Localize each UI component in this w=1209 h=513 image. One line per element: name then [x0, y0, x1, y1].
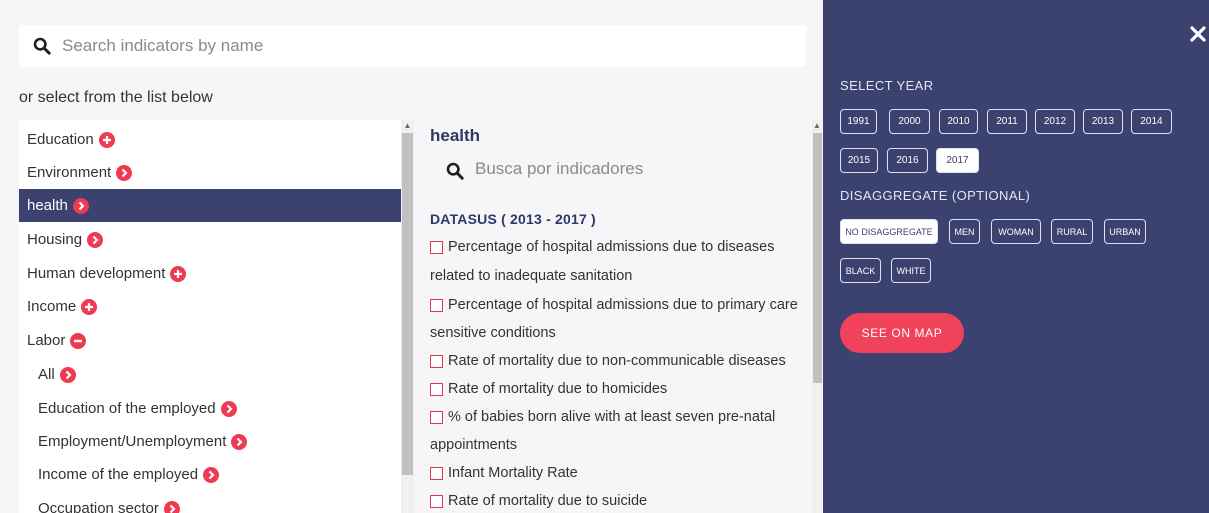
chevron-right-circle-icon[interactable]	[203, 466, 220, 483]
disaggregate-chip-woman[interactable]: WOMAN	[991, 219, 1041, 244]
indicator-label: Percentage of hospital admissions due to…	[448, 297, 798, 313]
category-item-employment-unemployment[interactable]: Employment/Unemployment	[19, 425, 401, 458]
indicator-selector: Search indicators by name or select from…	[0, 0, 822, 513]
category-label: Occupation sector	[38, 500, 159, 513]
indicator-search-input[interactable]: Busca por indicadores	[475, 159, 643, 179]
category-label: Labor	[27, 332, 66, 349]
list-instruction: or select from the list below	[19, 89, 213, 106]
category-list: Education Environment health Housing Hum…	[19, 120, 414, 513]
category-label: Income	[27, 298, 77, 315]
select-year-label: SELECT YEAR	[840, 78, 934, 93]
category-label: Employment/Unemployment	[38, 433, 227, 450]
indicator-checkbox-item[interactable]: Rate of mortality due to homicides	[430, 381, 667, 397]
indicator-label: % of babies born alive with at least sev…	[448, 409, 776, 425]
chevron-right-circle-icon[interactable]	[72, 197, 89, 214]
disaggregate-chip-rural[interactable]: RURAL	[1051, 219, 1093, 244]
indicator-checkbox-item[interactable]: % of babies born alive with at least sev…	[430, 409, 775, 425]
checkbox[interactable]	[430, 494, 443, 508]
indicator-group-title: health	[430, 126, 481, 145]
indicator-label: Rate of mortality due to homicides	[448, 381, 668, 397]
year-chip-2015[interactable]: 2015	[840, 148, 878, 173]
minus-circle-icon[interactable]	[70, 332, 87, 349]
category-label: Housing	[27, 231, 83, 248]
category-item-occupation-sector[interactable]: Occupation sector	[19, 492, 401, 513]
disaggregate-chip-urban[interactable]: URBAN	[1104, 219, 1146, 244]
year-chip-2000[interactable]: 2000	[889, 109, 930, 134]
indicator-label: Rate of mortality due to suicide	[448, 493, 648, 509]
indicator-search-bar[interactable]: Search indicators by name	[19, 25, 806, 67]
dataset-heading: DATASUS ( 2013 - 2017 )	[430, 211, 596, 227]
year-chip-2014[interactable]: 2014	[1131, 109, 1172, 134]
scroll-up-arrow-icon[interactable]: ▲	[401, 120, 414, 132]
category-label: health	[27, 197, 68, 214]
category-item-housing[interactable]: Housing	[19, 223, 401, 256]
category-label: Human development	[27, 265, 166, 282]
indicator-label-continued: appointments	[430, 437, 518, 453]
see-on-map-button[interactable]: SEE ON MAP	[840, 313, 964, 353]
search-icon	[446, 162, 464, 180]
search-icon	[33, 37, 51, 55]
checkbox[interactable]	[430, 382, 443, 396]
chevron-right-circle-icon[interactable]	[116, 164, 133, 181]
chevron-right-circle-icon[interactable]	[59, 366, 76, 383]
indicator-checkbox-item[interactable]: Percentage of hospital admissions due to…	[430, 297, 798, 313]
disaggregate-chip-men[interactable]: MEN	[949, 219, 980, 244]
category-item-all[interactable]: All	[19, 358, 401, 391]
year-chip-1991[interactable]: 1991	[840, 109, 877, 134]
disaggregate-chip-black[interactable]: BLACK	[840, 258, 881, 283]
category-item-health[interactable]: health	[19, 189, 401, 222]
year-chip-2016[interactable]: 2016	[887, 148, 928, 173]
category-item-labor[interactable]: Labor	[19, 324, 401, 357]
category-item-environment[interactable]: Environment	[19, 156, 401, 189]
disaggregate-chip-white[interactable]: WHITE	[891, 258, 931, 283]
indicator-label-continued: related to inadequate sanitation	[430, 268, 633, 284]
category-item-human-development[interactable]: Human development	[19, 257, 401, 290]
indicator-label-continued: sensitive conditions	[430, 325, 556, 341]
filter-panel: SELECT YEAR 1991 2000 2010 2011 2012 201…	[823, 0, 1209, 513]
chevron-right-circle-icon[interactable]	[163, 500, 180, 513]
search-input[interactable]: Search indicators by name	[62, 36, 263, 56]
indicator-list: health Busca por indicadores DATASUS ( 2…	[422, 120, 822, 513]
category-scrollbar-thumb[interactable]	[402, 133, 413, 475]
scroll-up-arrow-icon[interactable]: ▲	[812, 120, 822, 132]
checkbox[interactable]	[430, 410, 443, 424]
close-icon[interactable]	[1189, 25, 1207, 43]
indicator-scrollbar-thumb[interactable]	[813, 133, 822, 383]
category-label: Education of the employed	[38, 400, 216, 417]
year-chip-2012[interactable]: 2012	[1035, 109, 1075, 134]
disaggregate-chip-none[interactable]: NO DISAGGREGATE	[840, 219, 938, 244]
category-item-income[interactable]: Income	[19, 290, 401, 323]
category-item-education[interactable]: Education	[19, 123, 401, 156]
indicator-checkbox-item[interactable]: Rate of mortality due to non-communicabl…	[430, 353, 786, 369]
chevron-right-circle-icon[interactable]	[87, 231, 104, 248]
indicator-checkbox-item[interactable]: Rate of mortality due to suicide	[430, 493, 647, 509]
category-item-education-of-the-employed[interactable]: Education of the employed	[19, 392, 401, 425]
category-label: Environment	[27, 164, 112, 181]
plus-circle-icon[interactable]	[98, 131, 115, 148]
checkbox[interactable]	[430, 354, 443, 368]
year-chip-2013[interactable]: 2013	[1083, 109, 1123, 134]
year-chip-2010[interactable]: 2010	[939, 109, 978, 134]
indicator-label: Rate of mortality due to non-communicabl…	[448, 353, 786, 369]
checkbox[interactable]	[430, 466, 443, 480]
disaggregate-label: DISAGGREGATE (OPTIONAL)	[840, 188, 1031, 203]
indicator-checkbox-item[interactable]: Infant Mortality Rate	[430, 465, 578, 481]
year-chip-2017[interactable]: 2017	[936, 148, 979, 173]
checkbox[interactable]	[430, 298, 443, 312]
category-label: Education	[27, 131, 94, 148]
year-chip-2011[interactable]: 2011	[987, 109, 1027, 134]
indicator-label: Percentage of hospital admissions due to…	[448, 239, 775, 255]
plus-circle-icon[interactable]	[170, 265, 187, 282]
checkbox[interactable]	[430, 240, 443, 254]
category-label: Income of the employed	[38, 466, 199, 483]
plus-circle-icon[interactable]	[81, 298, 98, 315]
category-label: All	[38, 366, 55, 383]
indicator-checkbox-item[interactable]: Percentage of hospital admissions due to…	[430, 239, 774, 255]
indicator-label: Infant Mortality Rate	[448, 465, 578, 481]
category-item-income-of-the-employed[interactable]: Income of the employed	[19, 458, 401, 491]
chevron-right-circle-icon[interactable]	[220, 400, 237, 417]
chevron-right-circle-icon[interactable]	[231, 433, 248, 450]
